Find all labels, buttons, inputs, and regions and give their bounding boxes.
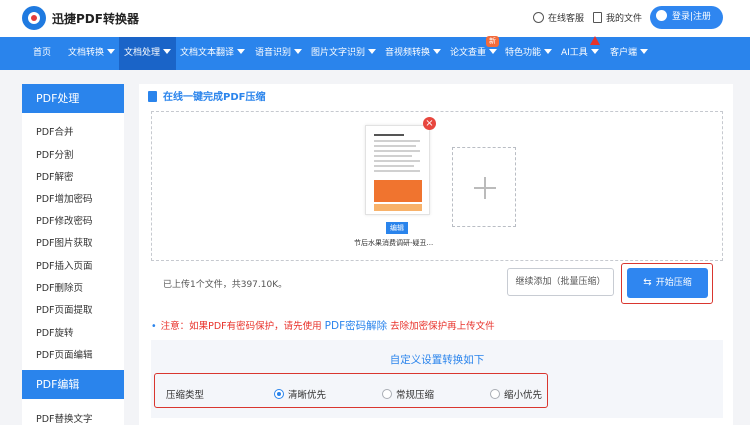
chevron-down-icon (368, 49, 377, 54)
top-header: 迅捷PDF转换器 在线客服 我的文件 登录|注册 (0, 0, 750, 37)
radio-clarity-first[interactable]: 清晰优先 (274, 387, 326, 401)
file-thumbnail[interactable] (365, 125, 430, 215)
pdf-unlock-link[interactable]: PDF密码解除 (325, 320, 387, 332)
login-register-button[interactable]: 登录|注册 (650, 6, 723, 29)
sidebar-item-pdf-merge[interactable]: PDF合并 (36, 124, 74, 138)
main-nav: 首页 文档转换 文档处理 文档文本翻译 语音识别 图片文字识别 音视频转换 论文… (0, 37, 750, 70)
password-notice: • 注意：如果PDF有密码保护，请先使用 PDF密码解除 去除加密保护再上传文件 (151, 320, 495, 332)
sidebar-section-pdf-process: PDF处理 (22, 84, 124, 113)
thumb-line (374, 155, 412, 157)
add-file-box[interactable] (452, 147, 516, 227)
sidebar-item-pdf-replace-text[interactable]: PDF替换文字 (36, 411, 93, 425)
sidebar-item-pdf-change-password[interactable]: PDF修改密码 (36, 213, 93, 227)
sidebar-item-pdf-decrypt[interactable]: PDF解密 (36, 169, 74, 183)
chevron-down-icon (544, 49, 553, 54)
nav-av-convert[interactable]: 音视频转换 (380, 37, 446, 70)
radio-checked-icon (274, 389, 284, 399)
sidebar-section-pdf-edit: PDF编辑 (22, 370, 124, 399)
nav-speech-recognition[interactable]: 语音识别 (250, 37, 307, 70)
upload-info: 已上传1个文件，共397.10K。 (163, 280, 288, 290)
remove-file-icon[interactable]: × (423, 117, 436, 130)
thumb-line (374, 145, 416, 147)
sidebar-item-pdf-extract-images[interactable]: PDF图片获取 (36, 235, 93, 249)
thumb-line (374, 134, 404, 136)
file-name: 节后水果消费调研-疑丑... (354, 239, 434, 247)
sidebar-item-pdf-insert-page[interactable]: PDF插入页面 (36, 258, 93, 272)
thumb-line (374, 170, 420, 172)
chevron-down-icon (107, 49, 116, 54)
chevron-down-icon (237, 49, 246, 54)
new-badge: 新 (486, 36, 499, 47)
nav-doc-process[interactable]: 文档处理 (119, 37, 177, 70)
nav-home[interactable]: 首页 (28, 37, 56, 70)
document-icon (148, 91, 157, 102)
radio-normal-compress[interactable]: 常规压缩 (382, 387, 434, 401)
hot-arrow-icon (590, 36, 600, 45)
sidebar-item-pdf-extract-page[interactable]: PDF页面提取 (36, 302, 93, 316)
my-files-link[interactable]: 我的文件 (593, 11, 642, 24)
chevron-down-icon (489, 49, 498, 54)
sidebar-item-pdf-add-password[interactable]: PDF增加密码 (36, 191, 93, 205)
headset-icon (533, 12, 544, 23)
chevron-down-icon (294, 49, 303, 54)
nav-image-ocr[interactable]: 图片文字识别 (306, 37, 381, 70)
plus-icon (474, 177, 496, 199)
page-title: 在线一键完成PDF压缩 (148, 88, 265, 103)
customer-support-link[interactable]: 在线客服 (533, 11, 584, 24)
thumb-line (374, 150, 420, 152)
compress-type-label: 压缩类型 (166, 390, 205, 401)
brand-name[interactable]: 迅捷PDF转换器 (52, 10, 139, 27)
sidebar: PDF处理 PDF合并 PDF分割 PDF解密 PDF增加密码 PDF修改密码 … (22, 84, 124, 425)
chevron-down-icon (640, 49, 649, 54)
start-compress-button[interactable]: ⇆ 开始压缩 (627, 268, 708, 298)
nav-features[interactable]: 特色功能 (500, 37, 557, 70)
sidebar-item-pdf-page-edit[interactable]: PDF页面编辑 (36, 347, 93, 361)
thumb-line (374, 160, 420, 162)
radio-size-first[interactable]: 缩小优先 (490, 387, 542, 401)
thumb-line (374, 165, 414, 167)
nav-doc-translate[interactable]: 文档文本翻译 (175, 37, 250, 70)
settings-title: 自定义设置转换如下 (389, 354, 485, 366)
thumb-chart (374, 180, 422, 202)
sidebar-item-pdf-rotate[interactable]: PDF旋转 (36, 325, 74, 339)
app-logo-icon[interactable] (22, 6, 46, 30)
swap-arrows-icon: ⇆ (643, 277, 652, 288)
chevron-down-icon (433, 49, 442, 54)
chevron-down-icon (163, 49, 172, 54)
thumb-line (374, 140, 420, 142)
bullet-icon: • (151, 321, 157, 332)
continue-add-button[interactable]: 继续添加（批量压缩） (507, 268, 614, 296)
options-highlight (154, 373, 548, 408)
user-icon (656, 10, 667, 21)
chevron-down-icon (590, 49, 599, 54)
edit-file-button[interactable]: 编辑 (386, 222, 408, 234)
nav-doc-convert[interactable]: 文档转换 (63, 37, 120, 70)
sidebar-item-pdf-delete-page[interactable]: PDF删除页 (36, 280, 83, 294)
thumb-chart (374, 204, 422, 211)
sidebar-item-pdf-split[interactable]: PDF分割 (36, 147, 74, 161)
radio-unchecked-icon (490, 389, 500, 399)
nav-client[interactable]: 客户端 (605, 37, 653, 70)
radio-unchecked-icon (382, 389, 392, 399)
document-icon (593, 12, 602, 23)
